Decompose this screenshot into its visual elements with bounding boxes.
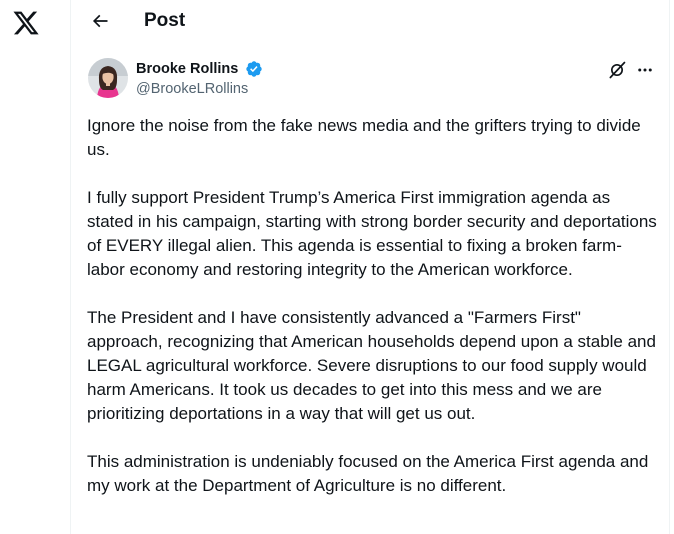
back-button[interactable] bbox=[85, 6, 115, 36]
avatar[interactable] bbox=[88, 58, 128, 98]
more-options-button[interactable] bbox=[634, 59, 656, 81]
author-name[interactable]: Brooke Rollins bbox=[136, 60, 238, 78]
post-paragraph: I fully support President Trump’s Americ… bbox=[87, 188, 657, 279]
verified-badge-icon bbox=[245, 60, 263, 78]
more-options-icon bbox=[638, 68, 652, 72]
page-header: Post bbox=[71, 0, 670, 42]
arrow-left-icon bbox=[92, 14, 108, 28]
left-rail bbox=[0, 0, 70, 534]
post-paragraph: Ignore the noise from the fake news medi… bbox=[87, 116, 641, 159]
grok-icon bbox=[609, 61, 626, 79]
page-title: Post bbox=[144, 10, 186, 31]
grok-button[interactable] bbox=[606, 59, 628, 81]
post-text: Ignore the noise from the fake news medi… bbox=[87, 114, 659, 522]
post-paragraph: The President and I have consistently ad… bbox=[87, 308, 656, 423]
author-handle[interactable]: @BrookeLRollins bbox=[136, 80, 248, 98]
post-column: Post Brooke Rollins @BrookeLRollins Igno… bbox=[70, 0, 670, 534]
x-logo-icon[interactable] bbox=[12, 9, 40, 37]
post-paragraph: This administration is undeniably focuse… bbox=[87, 452, 649, 495]
